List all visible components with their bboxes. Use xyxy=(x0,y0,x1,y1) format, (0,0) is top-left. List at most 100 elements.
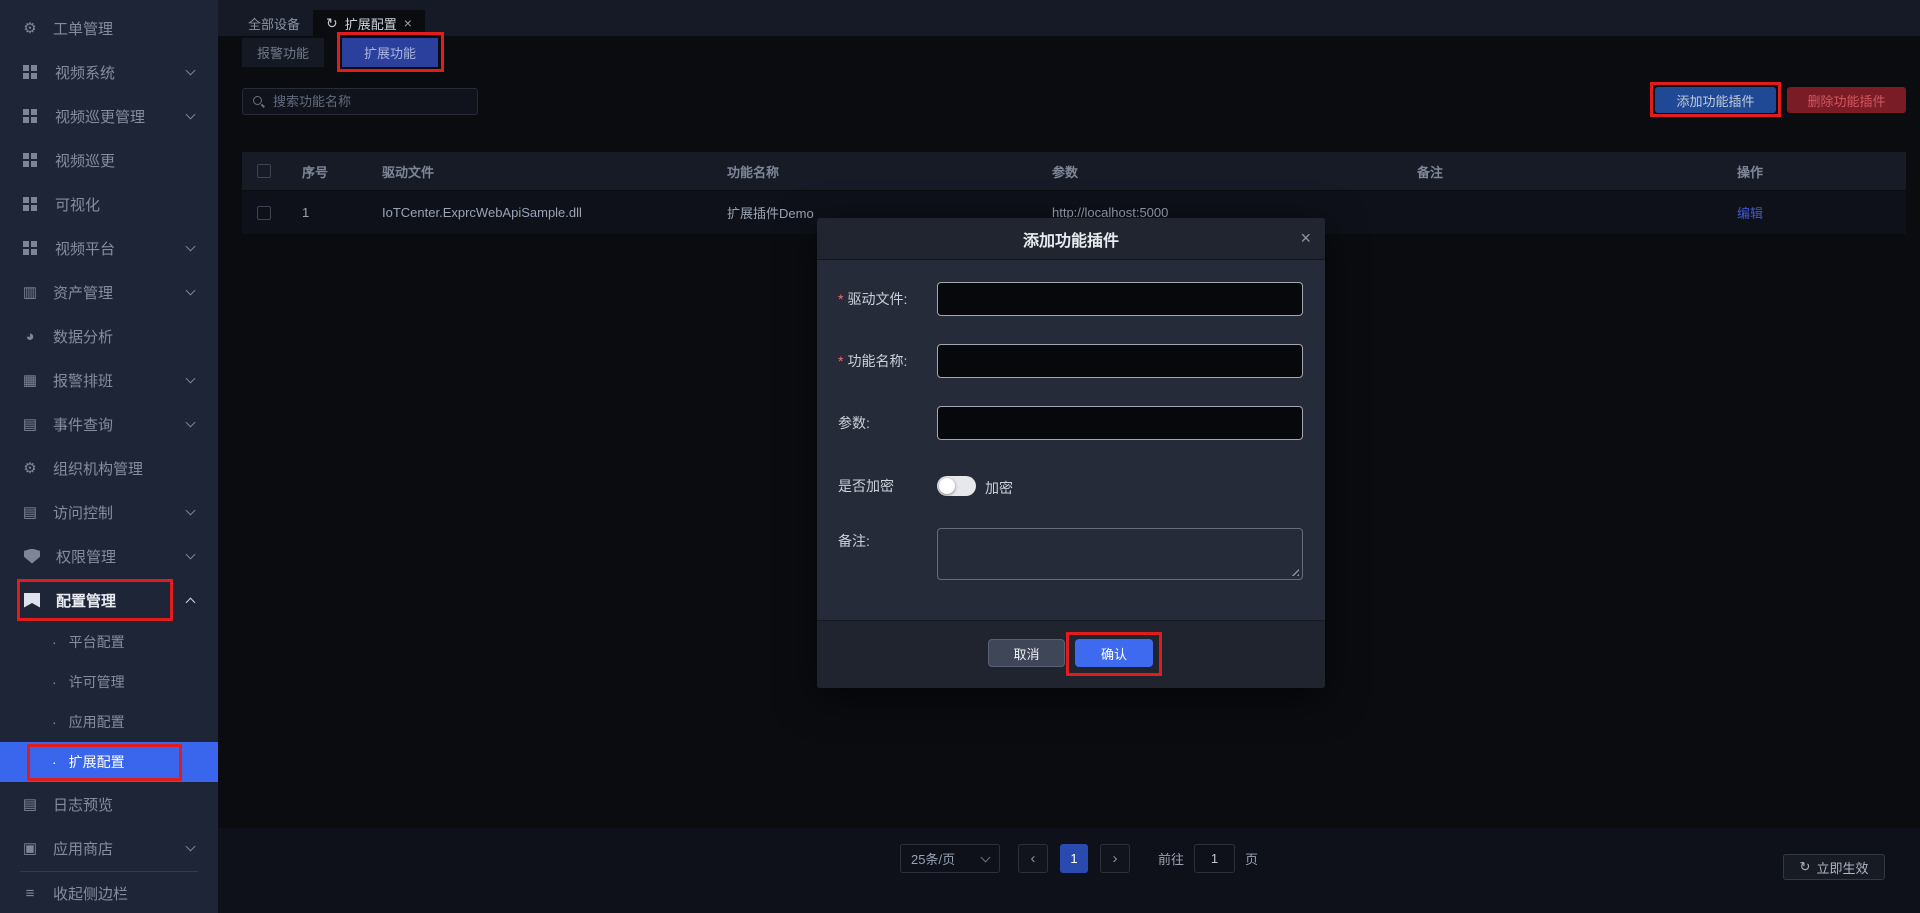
bullet-icon: · xyxy=(52,754,57,770)
sidebar-item-label: 配置管理 xyxy=(56,592,117,610)
sidebar-item-alarm-schedule[interactable]: ▦ 报警排班 xyxy=(0,358,218,402)
sidebar-item-app-config[interactable]: · 应用配置 xyxy=(0,702,218,742)
search-box xyxy=(242,88,478,115)
sidebar-item-label: 日志预览 xyxy=(53,796,114,814)
row-checkbox-cell xyxy=(242,205,286,220)
sidebar-item-work-order[interactable]: ⚙ 工单管理 xyxy=(0,6,218,50)
cell-driver: IoTCenter.ExprcWebApiSample.dll xyxy=(382,205,582,220)
close-icon[interactable]: × xyxy=(1300,228,1311,249)
param-input[interactable] xyxy=(937,406,1303,440)
driver-label: 驱动文件: xyxy=(847,291,908,307)
edit-link[interactable]: 编辑 xyxy=(1737,206,1763,221)
add-plugin-modal: 添加功能插件 × * 驱动文件: * 功能名称: 参数: 是否加密 加密 备注:… xyxy=(817,218,1325,688)
chevron-down-icon xyxy=(185,841,196,852)
select-all-checkbox[interactable] xyxy=(257,164,271,178)
col-header-param: 参数 xyxy=(1052,164,1079,180)
store-icon: ▣ xyxy=(22,840,38,857)
col-header-no: 序号 xyxy=(302,164,329,180)
chevron-down-icon xyxy=(185,109,196,120)
tab-all-devices[interactable]: 全部设备 xyxy=(235,10,313,36)
sidebar-item-extension-config[interactable]: · 扩展配置 xyxy=(0,742,218,782)
sidebar-subitem-label: 应用配置 xyxy=(68,714,125,730)
chevron-down-icon xyxy=(185,549,196,560)
goto-label: 前往 xyxy=(1158,852,1185,867)
sidebar-item-label: 视频平台 xyxy=(55,240,116,258)
pagination: 25条/页 ‹ 1 › 前往 页 xyxy=(900,844,1258,873)
assets-icon: ▥ xyxy=(22,284,38,301)
goto-unit-label: 页 xyxy=(1245,852,1259,867)
sidebar-item-visualization[interactable]: 可视化 xyxy=(0,182,218,226)
sidebar-item-access-control[interactable]: ▤ 访问控制 xyxy=(0,490,218,534)
search-input[interactable] xyxy=(273,94,453,109)
sidebar-item-config-mgmt[interactable]: 配置管理 xyxy=(0,578,218,622)
param-label: 参数: xyxy=(838,415,870,431)
tab-extension-config[interactable]: ↻ 扩展配置 × xyxy=(313,10,425,36)
chevron-down-icon xyxy=(185,373,196,384)
chevron-up-icon xyxy=(185,597,196,607)
sidebar-item-org-mgmt[interactable]: ⚙ 组织机构管理 xyxy=(0,446,218,490)
shield-icon xyxy=(24,548,40,564)
confirm-button[interactable]: 确认 xyxy=(1075,639,1153,667)
sidebar-item-data-analysis[interactable]: ◕ 数据分析 xyxy=(0,314,218,358)
next-page-button[interactable]: › xyxy=(1100,844,1130,873)
sidebar-subitem-label: 平台配置 xyxy=(68,634,125,650)
sidebar-divider xyxy=(20,871,198,872)
remark-textarea[interactable] xyxy=(937,528,1303,580)
required-mark: * xyxy=(838,353,844,369)
cancel-button[interactable]: 取消 xyxy=(988,639,1065,667)
sidebar-item-video-patrol[interactable]: 视频巡更 xyxy=(0,138,218,182)
sidebar-item-label: 权限管理 xyxy=(56,548,117,566)
close-icon[interactable]: × xyxy=(404,15,412,31)
chevron-down-icon xyxy=(185,417,196,428)
sidebar-item-video-system[interactable]: 视频系统 xyxy=(0,50,218,94)
sidebar-item-license-mgmt[interactable]: · 许可管理 xyxy=(0,662,218,702)
sidebar-item-event-query[interactable]: ▤ 事件查询 xyxy=(0,402,218,446)
sidebar-item-permission-mgmt[interactable]: 权限管理 xyxy=(0,534,218,578)
tab-bar: 全部设备 ↻ 扩展配置 × xyxy=(218,0,1920,36)
sidebar-item-label: 报警排班 xyxy=(53,372,114,390)
encrypt-toggle[interactable] xyxy=(937,476,976,496)
name-input[interactable] xyxy=(937,344,1303,378)
gear-icon: ⚙ xyxy=(23,20,37,37)
gear-icon: ⚙ xyxy=(23,460,37,477)
bullet-icon: · xyxy=(52,674,57,690)
page-size-value: 25条/页 xyxy=(911,852,956,867)
prev-page-button[interactable]: ‹ xyxy=(1018,844,1048,873)
chevron-down-icon xyxy=(185,65,196,76)
delete-plugin-button[interactable]: 删除功能插件 xyxy=(1787,87,1906,113)
collapse-sidebar-icon: ≡ xyxy=(25,884,35,902)
document-icon: ▤ xyxy=(22,796,38,813)
sidebar-item-video-patrol-mgmt[interactable]: 视频巡更管理 xyxy=(0,94,218,138)
row-checkbox[interactable] xyxy=(257,205,271,220)
encrypt-toggle-label: 加密 xyxy=(985,480,1013,496)
bullet-icon: · xyxy=(52,714,57,730)
sidebar-item-log-preview[interactable]: ▤ 日志预览 xyxy=(0,782,218,826)
col-header-remark: 备注 xyxy=(1417,164,1444,180)
grid-icon xyxy=(23,197,39,211)
sidebar-collapse[interactable]: ≡ 收起侧边栏 xyxy=(0,873,218,913)
sidebar-item-platform-config[interactable]: · 平台配置 xyxy=(0,622,218,662)
page-size-select[interactable]: 25条/页 xyxy=(900,844,1000,873)
subtab-alarm-function[interactable]: 报警功能 xyxy=(242,38,324,67)
required-mark: * xyxy=(838,291,844,307)
chevron-down-icon xyxy=(185,241,196,252)
driver-input[interactable] xyxy=(937,282,1303,316)
sidebar-item-video-platform[interactable]: 视频平台 xyxy=(0,226,218,270)
sidebar-item-label: 视频巡更管理 xyxy=(55,108,146,126)
refresh-icon[interactable]: ↻ xyxy=(326,15,338,32)
apply-now-button[interactable]: ↻ 立即生效 xyxy=(1783,854,1885,880)
sidebar-item-label: 应用商店 xyxy=(53,840,114,858)
sidebar-item-app-store[interactable]: ▣ 应用商店 xyxy=(0,826,218,870)
add-plugin-button[interactable]: 添加功能插件 xyxy=(1655,87,1776,113)
subtab-extension-function[interactable]: 扩展功能 xyxy=(342,38,438,67)
grid-icon xyxy=(23,65,39,79)
chevron-down-icon xyxy=(980,852,991,862)
book-icon: ▤ xyxy=(22,504,38,521)
goto-page-input[interactable] xyxy=(1194,844,1236,873)
header-checkbox-cell xyxy=(242,164,286,178)
sidebar-item-asset-mgmt[interactable]: ▥ 资产管理 xyxy=(0,270,218,314)
col-header-name: 功能名称 xyxy=(727,164,780,180)
modal-title: 添加功能插件 xyxy=(1022,232,1119,250)
calendar-icon: ▦ xyxy=(22,372,38,389)
current-page-button[interactable]: 1 xyxy=(1060,844,1088,873)
